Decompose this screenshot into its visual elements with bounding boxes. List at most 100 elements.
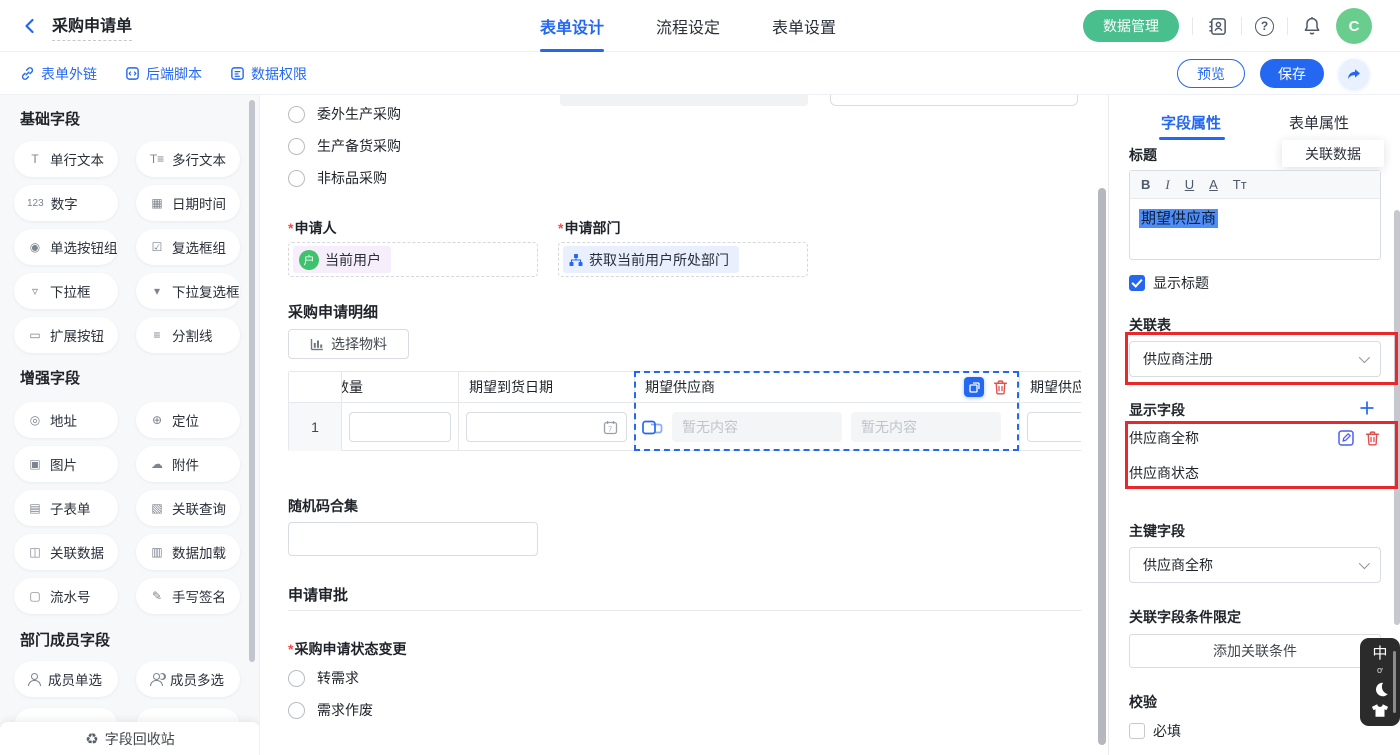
help-icon[interactable]: ?: [1255, 17, 1274, 36]
delete-column-icon[interactable]: [992, 379, 1009, 396]
field-item-multi-line-text[interactable]: T≡多行文本: [136, 141, 240, 177]
field-item-location[interactable]: ⊕定位: [136, 402, 240, 438]
tab-form-properties[interactable]: 表单属性: [1289, 112, 1349, 133]
canvas-scrollbar[interactable]: [1098, 188, 1106, 745]
field-recycle-bin[interactable]: ♻ 字段回收站: [0, 722, 260, 755]
field-item-dropdown[interactable]: ▿下拉框: [14, 273, 118, 309]
field-item-related-data[interactable]: ◫关联数据: [14, 534, 118, 570]
sidebar-scrollbar[interactable]: [249, 100, 255, 662]
row-index-cell: 1: [289, 403, 341, 451]
applicant-field[interactable]: 户 当前用户: [288, 242, 538, 277]
preview-button[interactable]: 预览: [1177, 59, 1245, 88]
field-item-signature[interactable]: ✎手写签名: [136, 578, 240, 614]
field-item-number[interactable]: 123数字: [14, 185, 118, 221]
field-item-radio-group[interactable]: ◉单选按钮组: [14, 229, 118, 265]
radio-icon[interactable]: [288, 106, 305, 123]
bold-icon[interactable]: B: [1141, 177, 1150, 192]
textarea-icon: T≡: [149, 152, 165, 166]
supplier2-input[interactable]: [1027, 412, 1081, 442]
shortcut-icon[interactable]: ơ: [1377, 666, 1383, 675]
random-code-input[interactable]: [288, 522, 538, 556]
field-item-member-multi[interactable]: 成员多选: [136, 661, 240, 697]
display-fields-label: 显示字段: [1129, 400, 1185, 420]
section-enhanced-fields: 增强字段: [20, 367, 80, 388]
section-divider: [288, 610, 1081, 611]
data-permission-item[interactable]: 数据权限: [230, 64, 307, 84]
notification-bell-icon[interactable]: [1301, 15, 1323, 37]
field-palette: 基础字段 T单行文本 T≡多行文本 123数字 ▦日期时间 ◉单选按钮组 ☑复选…: [0, 95, 260, 755]
primary-key-dropdown[interactable]: 供应商全称: [1129, 547, 1381, 583]
date-input[interactable]: 7: [466, 412, 627, 442]
panel-scrollbar[interactable]: [1394, 210, 1400, 625]
theme-shirt-icon[interactable]: [1371, 703, 1389, 718]
field-item-data-load[interactable]: ▥数据加载: [136, 534, 240, 570]
radio-icon[interactable]: [288, 170, 305, 187]
display-field-row[interactable]: 供应商状态: [1129, 463, 1381, 483]
radio-icon[interactable]: [288, 702, 305, 719]
field-item-checkbox-group[interactable]: ☑复选框组: [136, 229, 240, 265]
required-checkbox-row[interactable]: 必填: [1129, 721, 1181, 741]
checkbox-checked-icon[interactable]: [1129, 275, 1145, 291]
radio-option-row: 非标品采购: [288, 167, 387, 189]
supplier-status-placeholder[interactable]: 暂无内容: [851, 412, 1001, 442]
checkbox-unchecked-icon[interactable]: [1129, 723, 1145, 739]
department-field[interactable]: 获取当前用户所处部门: [558, 242, 808, 277]
copy-column-icon[interactable]: [964, 377, 984, 397]
italic-icon[interactable]: I: [1165, 177, 1169, 193]
field-item-extend-button[interactable]: ▭扩展按钮: [14, 317, 118, 353]
save-button[interactable]: 保存: [1260, 59, 1324, 88]
browser-extension-widget[interactable]: 中 ơ: [1360, 638, 1400, 726]
clipped-field-stub: [560, 95, 808, 106]
edit-icon[interactable]: [1337, 429, 1355, 447]
field-item-serial-number[interactable]: ▢流水号: [14, 578, 118, 614]
select-material-button[interactable]: 选择物料: [288, 329, 409, 359]
add-display-field-icon[interactable]: [1359, 400, 1375, 416]
data-manage-button[interactable]: 数据管理: [1083, 10, 1179, 42]
status-change-label: *采购申请状态变更: [288, 639, 406, 659]
supplier-name-placeholder[interactable]: 暂无内容: [672, 412, 842, 442]
chevron-down-icon: [1359, 558, 1370, 569]
radio-icon[interactable]: [288, 670, 305, 687]
translate-icon[interactable]: 中: [1372, 646, 1387, 661]
underline-icon[interactable]: U: [1185, 177, 1194, 192]
field-item-image[interactable]: ▣图片: [14, 446, 118, 482]
back-icon[interactable]: [20, 16, 40, 36]
field-item-address[interactable]: ◎地址: [14, 402, 118, 438]
address-icon: ◎: [27, 413, 43, 427]
show-title-checkbox-row[interactable]: 显示标题: [1129, 273, 1209, 293]
field-item-related-query[interactable]: ▧关联查询: [136, 490, 240, 526]
related-data-icon: [642, 420, 663, 435]
field-item-member-single[interactable]: 成员单选: [14, 661, 118, 697]
related-table-dropdown[interactable]: 供应商注册: [1129, 341, 1381, 377]
font-color-icon[interactable]: A: [1209, 177, 1218, 192]
primary-key-label: 主键字段: [1129, 521, 1185, 541]
dark-mode-moon-icon[interactable]: [1372, 681, 1389, 698]
field-item-attachment[interactable]: ☁附件: [136, 446, 240, 482]
person-icon: [27, 673, 41, 686]
tab-process-setting[interactable]: 流程设定: [656, 0, 720, 52]
add-condition-button[interactable]: 添加关联条件: [1129, 634, 1381, 668]
field-item-subform[interactable]: ▤子表单: [14, 490, 118, 526]
field-item-datetime[interactable]: ▦日期时间: [136, 185, 240, 221]
supplier-column-selected[interactable]: 期望供应商 暂无内容 暂无内容: [635, 372, 1020, 450]
field-item-divider[interactable]: ≡分割线: [136, 317, 240, 353]
external-link-item[interactable]: 表单外链: [20, 64, 97, 84]
divider-icon: ≡: [149, 328, 165, 342]
field-item-multi-dropdown[interactable]: ▾下拉复选框: [136, 273, 240, 309]
bar-chart-icon: [310, 337, 324, 351]
tab-form-setting[interactable]: 表单设置: [772, 0, 836, 52]
radio-icon[interactable]: [288, 138, 305, 155]
form-title[interactable]: 采购申请单: [52, 12, 132, 41]
qty-input[interactable]: [349, 412, 451, 442]
font-size-icon[interactable]: Tт: [1233, 177, 1247, 192]
tab-field-properties[interactable]: 字段属性: [1161, 112, 1221, 133]
contact-book-icon[interactable]: [1206, 15, 1228, 37]
delete-icon[interactable]: [1364, 430, 1381, 447]
field-item-single-line-text[interactable]: T单行文本: [14, 141, 118, 177]
user-avatar[interactable]: C: [1336, 8, 1372, 44]
tab-form-design[interactable]: 表单设计: [540, 0, 604, 52]
title-editor-body[interactable]: 期望供应商: [1130, 199, 1380, 236]
backend-script-item[interactable]: 后端脚本: [125, 64, 202, 84]
display-field-row[interactable]: 供应商全称: [1129, 428, 1381, 448]
share-button[interactable]: [1339, 59, 1369, 89]
